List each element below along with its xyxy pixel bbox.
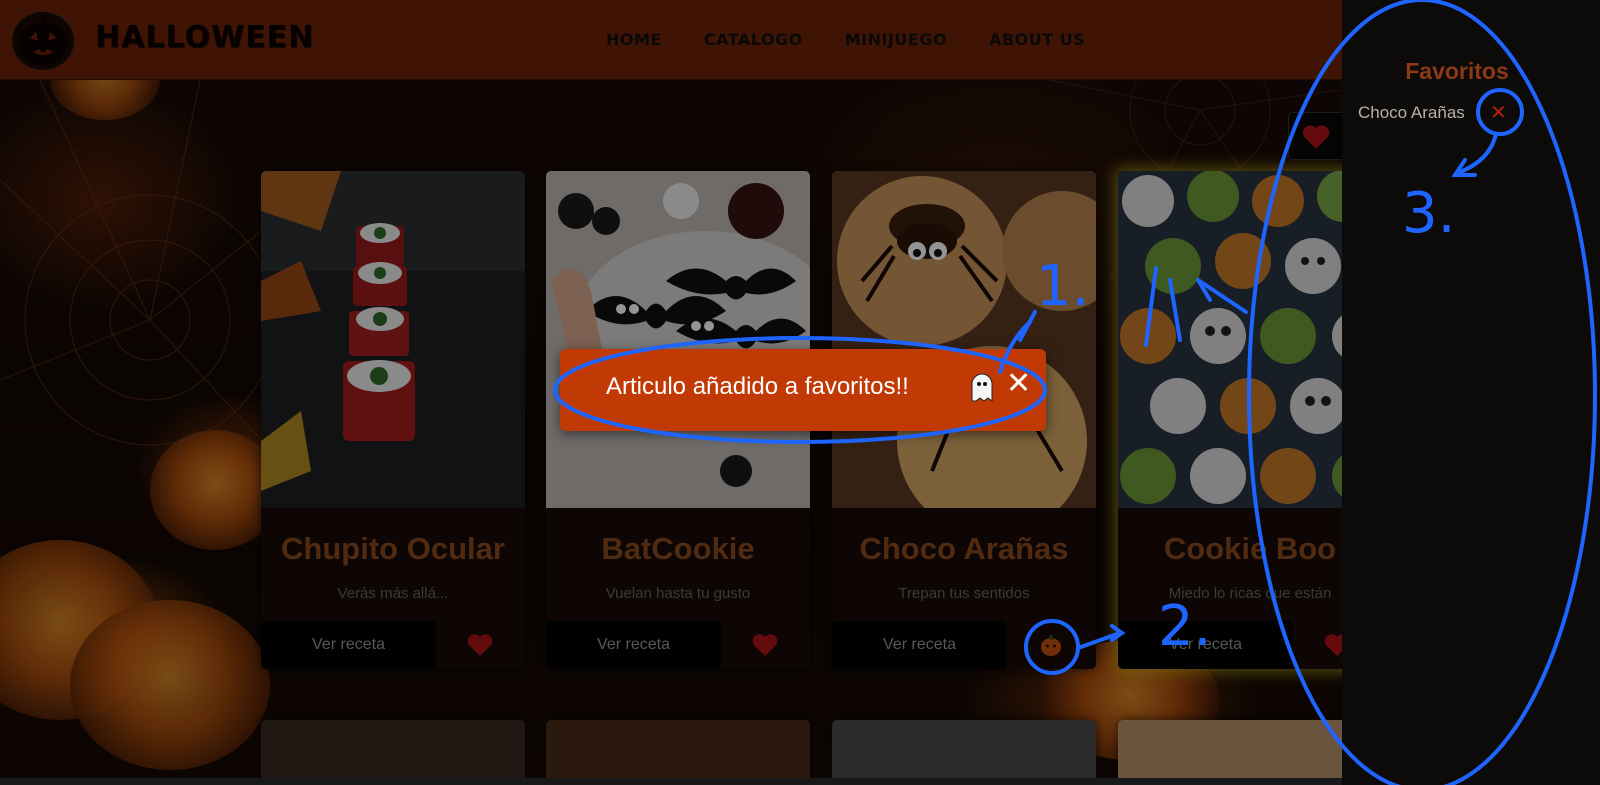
toast-close-button[interactable]: ✕ xyxy=(1006,369,1031,399)
favorite-item-label[interactable]: Choco Arañas xyxy=(1358,103,1465,123)
toast-message: Articulo añadido a favoritos!! xyxy=(606,373,909,400)
toast-notification: Articulo añadido a favoritos!! ✕ xyxy=(560,349,1046,431)
remove-favorite-button[interactable]: ✕ xyxy=(1490,100,1507,124)
favorites-sidebar: Favoritos Choco Arañas ✕ xyxy=(1342,0,1600,785)
ghost-icon xyxy=(971,373,993,402)
sidebar-title: Favoritos xyxy=(1405,58,1509,84)
